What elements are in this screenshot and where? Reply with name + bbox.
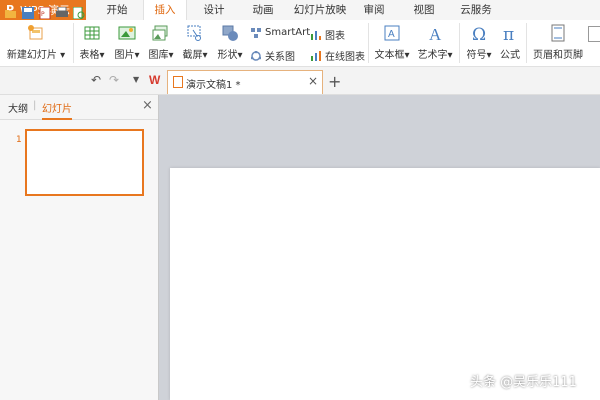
online-chart-label: 在线图表 [325, 52, 365, 63]
tab-home[interactable]: 开始 [100, 0, 134, 20]
divider [526, 23, 527, 63]
screenshot-label: 截屏 [182, 50, 203, 61]
table-label: 表格 [79, 50, 100, 61]
tab-cloud-services[interactable]: 云服务 [453, 0, 499, 20]
formula-label: 公式 [500, 50, 520, 61]
new-slide-label: 新建幻灯片 [6, 50, 57, 61]
document-title: 演示文稿1 * [186, 80, 241, 91]
chart-label: 图表 [325, 31, 345, 42]
open-folder-icon[interactable] [5, 7, 17, 19]
header-footer-icon [551, 24, 565, 42]
print-icon[interactable] [56, 7, 68, 19]
relation-diagram-button[interactable]: 关系图 [251, 48, 295, 63]
tab-review[interactable]: 审阅 [357, 0, 391, 20]
divider [73, 23, 74, 63]
print-preview-icon[interactable] [73, 7, 85, 19]
svg-text:π: π [503, 25, 514, 42]
slide-number: 1 [16, 135, 22, 145]
picture-button[interactable]: 图片▾ [113, 24, 141, 61]
close-tab-icon[interactable]: × [308, 74, 318, 88]
chart-button[interactable]: 图表 [311, 27, 345, 42]
slide-thumbnail[interactable] [25, 129, 144, 196]
divider [368, 23, 369, 63]
online-chart-icon [311, 50, 321, 61]
document-tab[interactable]: 演示文稿1 * × [167, 70, 323, 94]
svg-text:A: A [388, 29, 395, 40]
presentation-file-icon [173, 76, 183, 88]
table-button[interactable]: 表格▾ [78, 24, 106, 61]
shape-label: 形状 [217, 50, 238, 61]
wps-home-icon[interactable]: W [149, 73, 160, 87]
header-footer-label: 页眉和页脚 [533, 50, 583, 61]
tab-view[interactable]: 视图 [407, 0, 441, 20]
svg-text:P: P [41, 11, 45, 18]
tab-slideshow[interactable]: 幻灯片放映 [290, 0, 350, 20]
relation-diagram-icon [251, 50, 261, 61]
table-icon [84, 26, 100, 40]
textbox-icon: A [384, 25, 400, 41]
watermark-text: 头条 @吴乐乐111 [470, 375, 577, 390]
tab-slides[interactable]: 幻灯片 [42, 100, 72, 120]
screenshot-button[interactable]: 截屏▾ [181, 24, 209, 61]
smartart-icon [251, 27, 261, 38]
customize-toolbar-icon[interactable]: ▼ [133, 75, 139, 84]
tab-animation[interactable]: 动画 [246, 0, 280, 20]
symbol-button[interactable]: Ω 符号▾ [464, 24, 494, 61]
scissors-icon [187, 25, 201, 41]
tab-insert[interactable]: 插入 [143, 0, 187, 22]
shapes-icon [222, 25, 238, 41]
undo-icon[interactable]: ↶ [91, 73, 101, 87]
header-footer-button[interactable]: 页眉和页脚 [531, 24, 585, 61]
gallery-label: 图库 [148, 50, 169, 61]
picture-icon [118, 26, 136, 40]
wordart-icon: A [429, 25, 442, 42]
new-slide-icon [28, 25, 43, 40]
svg-text:Ω: Ω [472, 25, 486, 42]
textbox-button[interactable]: A 文本框▾ [373, 24, 411, 61]
redo-icon[interactable]: ↷ [109, 73, 119, 87]
svg-text:A: A [429, 25, 442, 42]
gallery-button[interactable]: 图库▾ [147, 24, 175, 61]
smartart-button[interactable]: SmartArt [251, 27, 310, 38]
slide-page[interactable] [170, 168, 600, 400]
divider [459, 23, 460, 63]
textbox-label: 文本框 [374, 50, 405, 61]
tab-design[interactable]: 设计 [197, 0, 231, 20]
formula-button[interactable]: π 公式 [498, 24, 522, 61]
tab-outline[interactable]: 大纲 [8, 100, 28, 115]
relation-diagram-label: 关系图 [265, 52, 295, 63]
online-chart-button[interactable]: 在线图表 [311, 48, 365, 63]
pi-icon: π [503, 25, 514, 42]
wordart-button[interactable]: A 艺术字▾ [415, 24, 455, 61]
gallery-icon [152, 25, 168, 41]
shape-button[interactable]: 形状▾ [215, 24, 245, 61]
new-slide-button[interactable]: 新建幻灯片 ▾ [5, 24, 67, 61]
symbol-label: 符号 [466, 50, 487, 61]
pane-tab-separator: | [33, 100, 37, 111]
close-icon[interactable]: × [142, 98, 153, 113]
wordart-label: 艺术字 [417, 50, 448, 61]
save-icon[interactable] [22, 7, 34, 19]
new-tab-icon[interactable]: + [328, 72, 341, 91]
picture-label: 图片 [114, 50, 135, 61]
export-pdf-icon[interactable]: P [39, 7, 51, 19]
omega-icon: Ω [472, 25, 486, 42]
date-time-icon[interactable] [588, 26, 600, 42]
bar-chart-icon [311, 30, 321, 40]
smartart-label: SmartArt [265, 27, 311, 38]
